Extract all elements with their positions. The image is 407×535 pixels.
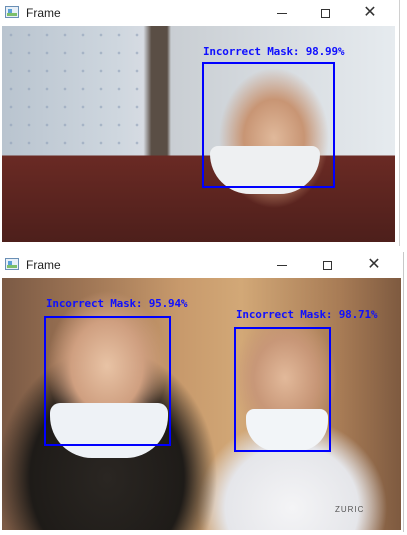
close-icon: ✕ [367, 256, 381, 273]
close-button[interactable]: ✕ [354, 252, 394, 278]
detection-box [44, 316, 171, 446]
minimize-button[interactable] [262, 0, 302, 26]
window-title: Frame [26, 6, 61, 20]
minimize-icon [277, 12, 287, 14]
app-icon [5, 6, 19, 18]
detection-box [202, 62, 335, 188]
frame-window-1: Frame ✕ Incorrect Mask: 98.99% [0, 0, 400, 246]
minimize-button[interactable] [262, 252, 302, 278]
wall-pattern [2, 26, 142, 146]
detection-label: Incorrect Mask: 98.99% [203, 45, 345, 58]
video-frame: Incorrect Mask: 98.99% [2, 26, 395, 242]
maximize-button[interactable] [307, 252, 347, 278]
minimize-icon [277, 264, 287, 266]
detection-box [234, 327, 331, 452]
window-title: Frame [26, 258, 61, 272]
shirt-brand-text: ZURIC [335, 505, 365, 514]
maximize-icon [320, 8, 330, 18]
video-frame: Incorrect Mask: 95.94% Incorrect Mask: 9… [2, 278, 401, 530]
title-bar[interactable]: Frame ✕ [0, 0, 399, 26]
maximize-button[interactable] [305, 0, 345, 26]
maximize-icon [322, 260, 332, 270]
app-icon [5, 258, 19, 270]
detection-label: Incorrect Mask: 98.71% [236, 308, 378, 321]
close-button[interactable]: ✕ [350, 0, 390, 26]
title-bar[interactable]: Frame ✕ [0, 252, 403, 278]
detection-label: Incorrect Mask: 95.94% [46, 297, 188, 310]
close-icon: ✕ [363, 4, 377, 21]
frame-window-2: Frame ✕ Incorrect Mask: 95.94% Incorrect… [0, 252, 404, 532]
